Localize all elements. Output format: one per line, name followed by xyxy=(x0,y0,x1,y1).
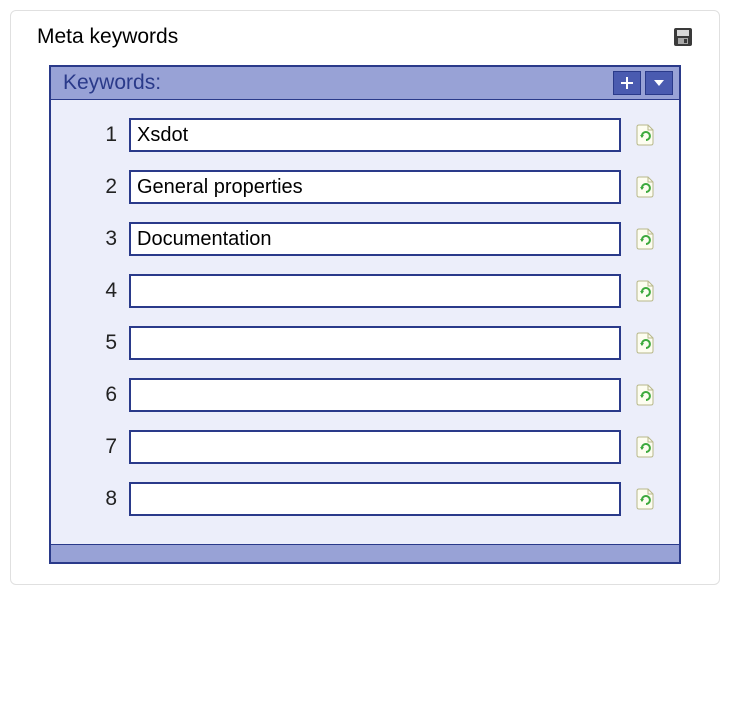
keyword-list: 1 2 3 4 5 6 7 8 xyxy=(51,100,679,544)
header-buttons xyxy=(613,71,673,95)
panel-title: Meta keywords xyxy=(37,25,178,49)
keyword-input[interactable] xyxy=(129,378,621,412)
keyword-refresh-button[interactable] xyxy=(633,121,659,149)
meta-keywords-panel: Meta keywords Keywords: xyxy=(10,10,720,585)
keyword-row: 7 xyxy=(71,430,659,464)
keyword-input[interactable] xyxy=(129,274,621,308)
refresh-icon xyxy=(635,435,657,459)
plus-icon xyxy=(620,76,634,90)
keyword-index: 1 xyxy=(71,123,117,147)
keyword-index: 5 xyxy=(71,331,117,355)
keyword-refresh-button[interactable] xyxy=(633,277,659,305)
panel-body: Keywords: 1 xyxy=(11,65,719,564)
refresh-icon xyxy=(635,279,657,303)
chevron-down-icon xyxy=(652,78,666,88)
keyword-input[interactable] xyxy=(129,430,621,464)
keyword-row: 2 xyxy=(71,170,659,204)
keyword-index: 2 xyxy=(71,175,117,199)
keyword-input[interactable] xyxy=(129,326,621,360)
keyword-input[interactable] xyxy=(129,170,621,204)
refresh-icon xyxy=(635,227,657,251)
keyword-refresh-button[interactable] xyxy=(633,485,659,513)
keyword-input[interactable] xyxy=(129,118,621,152)
keyword-index: 8 xyxy=(71,487,117,511)
keyword-row: 4 xyxy=(71,274,659,308)
keywords-header: Keywords: xyxy=(51,67,679,100)
keywords-label: Keywords: xyxy=(63,71,161,95)
refresh-icon xyxy=(635,383,657,407)
keyword-refresh-button[interactable] xyxy=(633,225,659,253)
refresh-icon xyxy=(635,175,657,199)
keyword-row: 5 xyxy=(71,326,659,360)
keywords-footer xyxy=(51,544,679,562)
dropdown-button[interactable] xyxy=(645,71,673,95)
keyword-index: 4 xyxy=(71,279,117,303)
keyword-input[interactable] xyxy=(129,222,621,256)
panel-header: Meta keywords xyxy=(11,15,719,65)
keyword-refresh-button[interactable] xyxy=(633,173,659,201)
keyword-input[interactable] xyxy=(129,482,621,516)
keyword-refresh-button[interactable] xyxy=(633,329,659,357)
keyword-row: 6 xyxy=(71,378,659,412)
save-icon[interactable] xyxy=(673,27,693,47)
refresh-icon xyxy=(635,123,657,147)
keyword-row: 1 xyxy=(71,118,659,152)
keywords-box: Keywords: 1 xyxy=(49,65,681,564)
keyword-index: 6 xyxy=(71,383,117,407)
refresh-icon xyxy=(635,331,657,355)
keyword-index: 7 xyxy=(71,435,117,459)
keyword-row: 8 xyxy=(71,482,659,516)
refresh-icon xyxy=(635,487,657,511)
keyword-index: 3 xyxy=(71,227,117,251)
keyword-refresh-button[interactable] xyxy=(633,381,659,409)
add-keyword-button[interactable] xyxy=(613,71,641,95)
keyword-row: 3 xyxy=(71,222,659,256)
keyword-refresh-button[interactable] xyxy=(633,433,659,461)
